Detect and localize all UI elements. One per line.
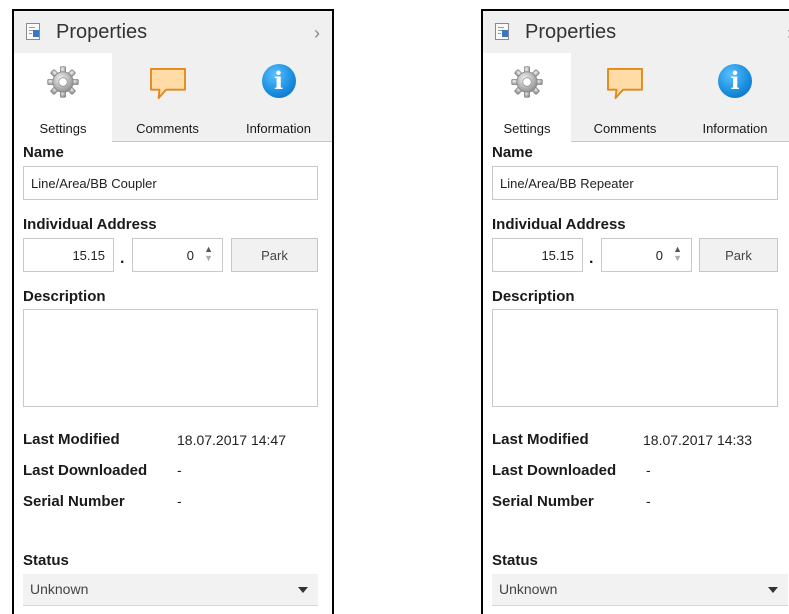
description-label: Description (492, 288, 575, 305)
stepper-down-icon[interactable]: ▼ (204, 253, 213, 263)
tab-settings-label: Settings (503, 121, 551, 136)
last-modified-label: Last Modified (23, 431, 120, 448)
name-label: Name (23, 144, 64, 161)
last-modified-value: 18.07.2017 14:47 (177, 432, 286, 448)
status-dropdown[interactable]: Unknown (23, 574, 318, 606)
properties-panel-left: Properties › Settings Comments i Informa… (12, 9, 334, 614)
description-textarea[interactable] (23, 309, 318, 407)
collapse-chevron-icon[interactable]: › (314, 23, 320, 44)
status-dropdown[interactable]: Unknown (492, 574, 788, 606)
description-label: Description (23, 288, 106, 305)
chevron-down-icon (298, 587, 308, 593)
properties-panel-right: Properties › Settings (481, 9, 789, 614)
tab-strip: Settings Comments i Information (14, 53, 332, 142)
panel-header: Properties › (483, 11, 789, 53)
last-modified-value: 18.07.2017 14:33 (643, 432, 752, 448)
info-icon: i (718, 64, 752, 98)
address-device-stepper[interactable]: 0 ▲ ▼ (601, 238, 692, 272)
stepper-down-icon[interactable]: ▼ (673, 253, 682, 263)
tab-comments[interactable]: Comments (571, 53, 679, 142)
name-label: Name (492, 144, 533, 161)
tab-comments-label: Comments (136, 121, 199, 136)
address-area-line-field[interactable]: 15.15 (492, 238, 583, 272)
comment-bubble-icon (607, 67, 643, 100)
gear-icon (47, 66, 79, 98)
individual-address-label: Individual Address (23, 216, 157, 233)
properties-icon (495, 23, 509, 40)
tab-information[interactable]: i Information (223, 53, 332, 142)
park-button[interactable]: Park (231, 238, 318, 272)
serial-number-label: Serial Number (492, 493, 594, 510)
panel-title: Properties (56, 21, 148, 43)
tab-information-label: Information (702, 121, 768, 136)
last-modified-label: Last Modified (492, 431, 589, 448)
address-device-value: 0 (186, 248, 194, 263)
tab-information-label: Information (245, 121, 312, 136)
status-label: Status (492, 552, 538, 569)
park-button[interactable]: Park (699, 238, 778, 272)
chevron-down-icon (768, 587, 778, 593)
panel-title: Properties (525, 21, 617, 43)
tab-settings[interactable]: Settings (14, 53, 112, 142)
last-downloaded-label: Last Downloaded (23, 462, 148, 479)
info-icon: i (261, 64, 296, 98)
address-separator: . (120, 250, 125, 267)
tab-information[interactable]: i Information (679, 53, 789, 142)
status-selected-value: Unknown (499, 581, 558, 597)
serial-number-value: - (646, 493, 651, 509)
comment-bubble-icon (149, 67, 186, 100)
status-label: Status (23, 552, 69, 569)
individual-address-label: Individual Address (492, 216, 626, 233)
stepper-arrows[interactable]: ▲ ▼ (673, 245, 682, 263)
tab-settings-label: Settings (39, 121, 87, 136)
tab-settings[interactable]: Settings (483, 53, 571, 142)
serial-number-label: Serial Number (23, 493, 125, 510)
address-separator: . (589, 250, 594, 267)
name-field[interactable]: Line/Area/BB Coupler (23, 166, 318, 200)
name-field[interactable]: Line/Area/BB Repeater (492, 166, 778, 200)
address-area-line-field[interactable]: 15.15 (23, 238, 114, 272)
status-selected-value: Unknown (30, 581, 89, 597)
last-downloaded-label: Last Downloaded (492, 462, 617, 479)
last-downloaded-value: - (177, 462, 182, 478)
serial-number-value: - (177, 493, 182, 509)
tab-strip: Settings Comments i Information (483, 53, 789, 142)
tab-comments-label: Comments (593, 121, 657, 136)
tab-comments[interactable]: Comments (112, 53, 223, 142)
panel-header: Properties › (14, 11, 332, 53)
last-downloaded-value: - (646, 462, 651, 478)
properties-icon (26, 23, 40, 40)
address-device-stepper[interactable]: 0 ▲ ▼ (132, 238, 223, 272)
address-device-value: 0 (655, 248, 663, 263)
gear-icon (511, 66, 543, 98)
stepper-arrows[interactable]: ▲ ▼ (204, 245, 213, 263)
description-textarea[interactable] (492, 309, 778, 407)
